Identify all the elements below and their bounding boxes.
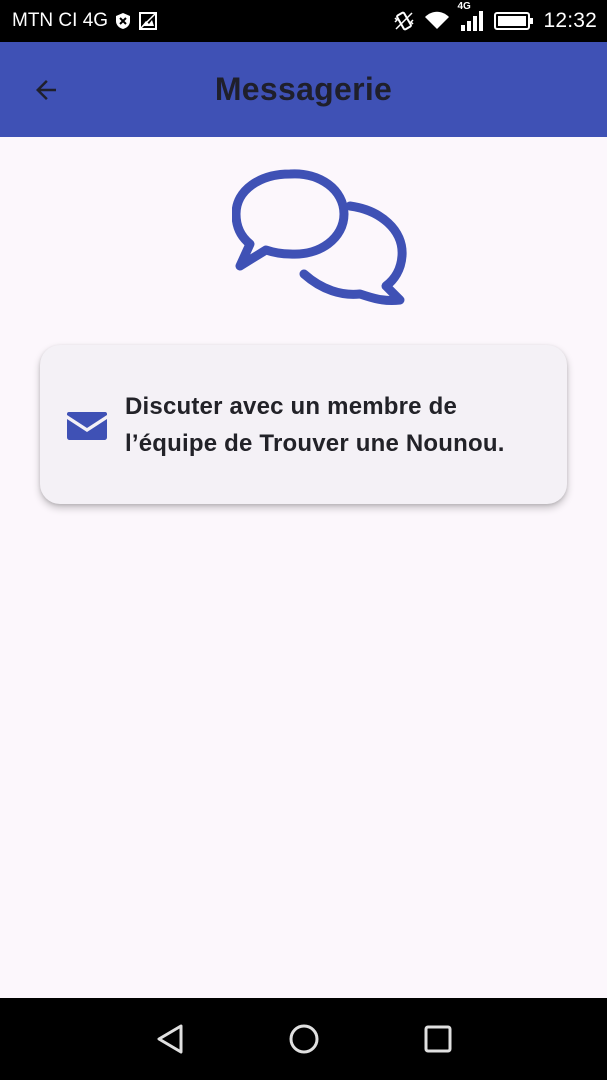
battery-icon: [494, 11, 534, 31]
nav-back-icon: [157, 1024, 182, 1054]
network-badge: 4G: [457, 1, 471, 12]
clock: 12:32: [543, 9, 597, 32]
wifi-icon: [424, 11, 450, 31]
nav-back-button[interactable]: [103, 998, 237, 1080]
signal-icon: 4G: [457, 1, 485, 32]
chat-bubbles-icon: [232, 169, 407, 305]
card-text: Discuter avec un membre de l’équipe de T…: [125, 392, 505, 457]
shield-icon: [115, 12, 131, 30]
status-left: MTN CI 4G: [12, 10, 158, 32]
status-bar: MTN CI 4G 4G 12:32: [0, 0, 607, 42]
vibrate-icon: [393, 10, 415, 32]
nav-home-button[interactable]: [237, 998, 371, 1080]
app-bar: Messagerie: [0, 42, 607, 137]
back-button[interactable]: [22, 66, 70, 114]
nav-recents-button[interactable]: [371, 998, 505, 1080]
mail-icon: [67, 411, 107, 440]
carrier-label: MTN CI 4G: [12, 10, 109, 31]
nav-home-icon: [289, 1024, 318, 1054]
page-title: Messagerie: [214, 71, 393, 107]
nav-recents-icon: [424, 1025, 451, 1053]
image-notification-icon: [138, 11, 158, 31]
system-nav-bar: [0, 998, 607, 1080]
status-right: 4G 12:32: [393, 1, 597, 33]
contact-team-card[interactable]: Discuter avec un membre de l’équipe de T…: [40, 345, 567, 504]
back-arrow-icon: [36, 80, 56, 100]
